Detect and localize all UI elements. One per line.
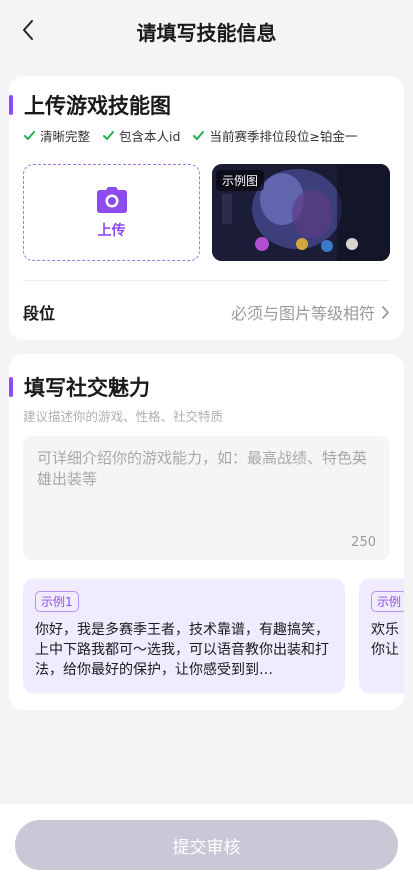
camera-icon — [96, 186, 127, 213]
requirement-list: 清晰完整 包含本人id 当前赛季排位段位≥铂金一 — [23, 126, 357, 145]
upload-label: 上传 — [97, 222, 126, 239]
example-tag: 示例 — [371, 591, 404, 612]
example-text: 你好，我是多赛季王者，技术靠谱，有趣搞笑，上中下路我都可～选我，可以语音教你出装… — [35, 622, 329, 678]
rank-label: 段位 — [23, 304, 56, 323]
textarea-placeholder: 可详细介绍你的游戏能力，如：最高战绩、特色英雄出装等 — [37, 449, 368, 488]
check-icon — [103, 131, 115, 140]
section-accent-bar — [9, 95, 13, 115]
section-title-text: 上传游戏技能图 — [24, 94, 171, 118]
upload-section-title: 上传游戏技能图 — [9, 90, 171, 120]
requirement-label: 包含本人id — [119, 129, 181, 144]
example-text: 欢乐你让 — [371, 622, 399, 658]
rank-value-wrap: 必须与图片等级相符 — [231, 300, 390, 324]
chevron-right-icon — [382, 305, 389, 319]
char-count: 250 — [351, 535, 376, 550]
section-accent-bar — [9, 377, 13, 397]
upload-image-button[interactable]: 上传 — [23, 164, 200, 261]
page-title: 请填写技能信息 — [136, 20, 277, 45]
chevron-left-icon — [23, 20, 33, 40]
check-icon — [24, 131, 35, 140]
example-card[interactable]: 示例1 你好，我是多赛季王者，技术靠谱，有趣搞笑，上中下路我都可～选我，可以语音… — [23, 579, 345, 693]
navigation-header: 请填写技能信息 — [0, 0, 413, 62]
check-icon — [193, 131, 205, 140]
submit-button[interactable]: 提交审核 — [15, 820, 398, 870]
requirement-item: 包含本人id — [102, 126, 180, 145]
sample-tag: 示例图 — [216, 170, 265, 191]
divider — [23, 280, 390, 281]
requirement-item: 当前赛季排位段位≥铂金一 — [192, 126, 357, 145]
sample-image[interactable]: 示例图 — [212, 164, 390, 261]
requirement-item: 清晰完整 — [23, 126, 90, 145]
social-charm-card: 填写社交魅力 建议描述你的游戏、性格、社交特质 可详细介绍你的游戏能力，如：最高… — [9, 354, 404, 710]
requirement-label: 清晰完整 — [40, 129, 91, 144]
back-button[interactable] — [14, 16, 42, 44]
section-subtitle: 建议描述你的游戏、性格、社交特质 — [23, 409, 224, 424]
example-tag: 示例1 — [35, 591, 79, 612]
section-title-text: 填写社交魅力 — [24, 376, 150, 400]
intro-textarea[interactable]: 可详细介绍你的游戏能力，如：最高战绩、特色英雄出装等 250 — [23, 436, 390, 560]
rank-hint: 必须与图片等级相符 — [230, 304, 375, 323]
rank-selector[interactable]: 段位 必须与图片等级相符 — [23, 292, 390, 332]
social-section-title: 填写社交魅力 — [9, 372, 150, 402]
skill-info-page: 请填写技能信息 上传游戏技能图 清晰完整 包含本人id 当前赛季排位段位≥铂金一… — [0, 0, 413, 879]
example-card[interactable]: 示例 欢乐你让 — [359, 579, 404, 693]
bottom-action-bar: 提交审核 — [0, 804, 413, 879]
example-carousel[interactable]: 示例1 你好，我是多赛季王者，技术靠谱，有趣搞笑，上中下路我都可～选我，可以语音… — [23, 579, 404, 693]
upload-skill-card: 上传游戏技能图 清晰完整 包含本人id 当前赛季排位段位≥铂金一 上传 示例图 … — [9, 76, 404, 340]
requirement-label: 当前赛季排位段位≥铂金一 — [209, 129, 358, 144]
